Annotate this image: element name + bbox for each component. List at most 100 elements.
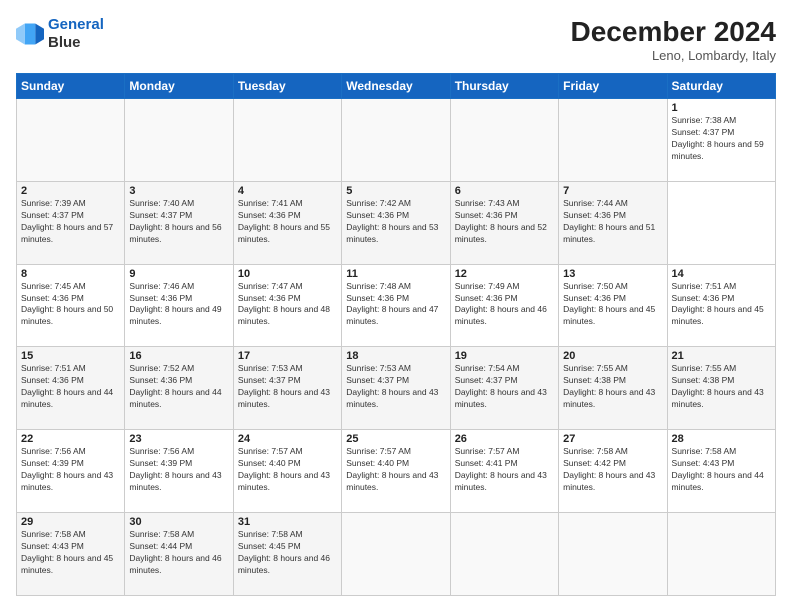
calendar-cell: 11Sunrise: 7:48 AMSunset: 4:36 PMDayligh… xyxy=(342,264,450,347)
day-info: Sunrise: 7:51 AMSunset: 4:36 PMDaylight:… xyxy=(672,281,771,329)
day-info: Sunrise: 7:38 AMSunset: 4:37 PMDaylight:… xyxy=(672,115,771,163)
logo: General Blue xyxy=(16,16,104,52)
day-number: 24 xyxy=(238,433,337,445)
calendar-week-row: 15Sunrise: 7:51 AMSunset: 4:36 PMDayligh… xyxy=(17,347,776,430)
day-info: Sunrise: 7:55 AMSunset: 4:38 PMDaylight:… xyxy=(563,363,662,411)
day-info: Sunrise: 7:45 AMSunset: 4:36 PMDaylight:… xyxy=(21,281,120,329)
day-number: 29 xyxy=(21,516,120,528)
day-info: Sunrise: 7:51 AMSunset: 4:36 PMDaylight:… xyxy=(21,363,120,411)
day-number: 5 xyxy=(346,185,445,197)
day-number: 22 xyxy=(21,433,120,445)
calendar-header-sunday: Sunday xyxy=(17,74,125,99)
day-number: 26 xyxy=(455,433,554,445)
calendar-cell: 18Sunrise: 7:53 AMSunset: 4:37 PMDayligh… xyxy=(342,347,450,430)
day-number: 12 xyxy=(455,268,554,280)
calendar-week-row: 22Sunrise: 7:56 AMSunset: 4:39 PMDayligh… xyxy=(17,430,776,513)
day-number: 17 xyxy=(238,350,337,362)
day-number: 28 xyxy=(672,433,771,445)
calendar-header-saturday: Saturday xyxy=(667,74,775,99)
calendar-cell xyxy=(233,99,341,182)
calendar-cell: 23Sunrise: 7:56 AMSunset: 4:39 PMDayligh… xyxy=(125,430,233,513)
calendar-cell: 25Sunrise: 7:57 AMSunset: 4:40 PMDayligh… xyxy=(342,430,450,513)
logo-text: General Blue xyxy=(48,16,104,52)
calendar-cell: 2Sunrise: 7:39 AMSunset: 4:37 PMDaylight… xyxy=(17,181,125,264)
month-title: December 2024 xyxy=(571,16,776,48)
calendar-cell xyxy=(559,99,667,182)
day-info: Sunrise: 7:53 AMSunset: 4:37 PMDaylight:… xyxy=(346,363,445,411)
day-number: 13 xyxy=(563,268,662,280)
day-number: 9 xyxy=(129,268,228,280)
day-number: 18 xyxy=(346,350,445,362)
calendar-table: SundayMondayTuesdayWednesdayThursdayFrid… xyxy=(16,73,776,596)
day-info: Sunrise: 7:42 AMSunset: 4:36 PMDaylight:… xyxy=(346,198,445,246)
calendar-cell: 6Sunrise: 7:43 AMSunset: 4:36 PMDaylight… xyxy=(450,181,558,264)
day-number: 4 xyxy=(238,185,337,197)
location-subtitle: Leno, Lombardy, Italy xyxy=(571,48,776,63)
day-info: Sunrise: 7:56 AMSunset: 4:39 PMDaylight:… xyxy=(129,446,228,494)
calendar-cell xyxy=(667,513,775,596)
calendar-cell: 28Sunrise: 7:58 AMSunset: 4:43 PMDayligh… xyxy=(667,430,775,513)
day-info: Sunrise: 7:54 AMSunset: 4:37 PMDaylight:… xyxy=(455,363,554,411)
day-info: Sunrise: 7:58 AMSunset: 4:44 PMDaylight:… xyxy=(129,529,228,577)
day-number: 15 xyxy=(21,350,120,362)
page: General Blue December 2024 Leno, Lombard… xyxy=(0,0,792,612)
calendar-week-row: 1Sunrise: 7:38 AMSunset: 4:37 PMDaylight… xyxy=(17,99,776,182)
calendar-cell xyxy=(342,99,450,182)
day-info: Sunrise: 7:57 AMSunset: 4:40 PMDaylight:… xyxy=(346,446,445,494)
calendar-cell: 17Sunrise: 7:53 AMSunset: 4:37 PMDayligh… xyxy=(233,347,341,430)
calendar-cell xyxy=(450,513,558,596)
calendar-cell xyxy=(125,99,233,182)
day-info: Sunrise: 7:52 AMSunset: 4:36 PMDaylight:… xyxy=(129,363,228,411)
calendar-cell: 31Sunrise: 7:58 AMSunset: 4:45 PMDayligh… xyxy=(233,513,341,596)
calendar-cell: 12Sunrise: 7:49 AMSunset: 4:36 PMDayligh… xyxy=(450,264,558,347)
calendar-cell: 26Sunrise: 7:57 AMSunset: 4:41 PMDayligh… xyxy=(450,430,558,513)
day-info: Sunrise: 7:43 AMSunset: 4:36 PMDaylight:… xyxy=(455,198,554,246)
day-number: 27 xyxy=(563,433,662,445)
calendar-cell: 16Sunrise: 7:52 AMSunset: 4:36 PMDayligh… xyxy=(125,347,233,430)
header: General Blue December 2024 Leno, Lombard… xyxy=(16,16,776,63)
day-info: Sunrise: 7:57 AMSunset: 4:41 PMDaylight:… xyxy=(455,446,554,494)
calendar-week-row: 8Sunrise: 7:45 AMSunset: 4:36 PMDaylight… xyxy=(17,264,776,347)
logo-icon xyxy=(16,20,44,48)
calendar-cell: 1Sunrise: 7:38 AMSunset: 4:37 PMDaylight… xyxy=(667,99,775,182)
calendar-cell xyxy=(17,99,125,182)
calendar-cell xyxy=(342,513,450,596)
day-number: 20 xyxy=(563,350,662,362)
calendar-cell: 27Sunrise: 7:58 AMSunset: 4:42 PMDayligh… xyxy=(559,430,667,513)
calendar-cell: 10Sunrise: 7:47 AMSunset: 4:36 PMDayligh… xyxy=(233,264,341,347)
day-info: Sunrise: 7:57 AMSunset: 4:40 PMDaylight:… xyxy=(238,446,337,494)
calendar-cell: 15Sunrise: 7:51 AMSunset: 4:36 PMDayligh… xyxy=(17,347,125,430)
day-info: Sunrise: 7:53 AMSunset: 4:37 PMDaylight:… xyxy=(238,363,337,411)
day-number: 25 xyxy=(346,433,445,445)
calendar-cell: 20Sunrise: 7:55 AMSunset: 4:38 PMDayligh… xyxy=(559,347,667,430)
calendar-cell: 8Sunrise: 7:45 AMSunset: 4:36 PMDaylight… xyxy=(17,264,125,347)
calendar-cell: 22Sunrise: 7:56 AMSunset: 4:39 PMDayligh… xyxy=(17,430,125,513)
day-info: Sunrise: 7:58 AMSunset: 4:43 PMDaylight:… xyxy=(21,529,120,577)
day-number: 7 xyxy=(563,185,662,197)
day-number: 31 xyxy=(238,516,337,528)
day-number: 21 xyxy=(672,350,771,362)
day-number: 2 xyxy=(21,185,120,197)
calendar-cell: 24Sunrise: 7:57 AMSunset: 4:40 PMDayligh… xyxy=(233,430,341,513)
calendar-cell: 19Sunrise: 7:54 AMSunset: 4:37 PMDayligh… xyxy=(450,347,558,430)
day-info: Sunrise: 7:39 AMSunset: 4:37 PMDaylight:… xyxy=(21,198,120,246)
day-info: Sunrise: 7:41 AMSunset: 4:36 PMDaylight:… xyxy=(238,198,337,246)
calendar-cell: 7Sunrise: 7:44 AMSunset: 4:36 PMDaylight… xyxy=(559,181,667,264)
title-block: December 2024 Leno, Lombardy, Italy xyxy=(571,16,776,63)
calendar-cell: 4Sunrise: 7:41 AMSunset: 4:36 PMDaylight… xyxy=(233,181,341,264)
day-info: Sunrise: 7:40 AMSunset: 4:37 PMDaylight:… xyxy=(129,198,228,246)
calendar-cell: 5Sunrise: 7:42 AMSunset: 4:36 PMDaylight… xyxy=(342,181,450,264)
calendar-header-row: SundayMondayTuesdayWednesdayThursdayFrid… xyxy=(17,74,776,99)
calendar-week-row: 2Sunrise: 7:39 AMSunset: 4:37 PMDaylight… xyxy=(17,181,776,264)
day-number: 1 xyxy=(672,102,771,114)
calendar-header-tuesday: Tuesday xyxy=(233,74,341,99)
day-info: Sunrise: 7:58 AMSunset: 4:43 PMDaylight:… xyxy=(672,446,771,494)
calendar-cell: 14Sunrise: 7:51 AMSunset: 4:36 PMDayligh… xyxy=(667,264,775,347)
day-info: Sunrise: 7:55 AMSunset: 4:38 PMDaylight:… xyxy=(672,363,771,411)
day-info: Sunrise: 7:44 AMSunset: 4:36 PMDaylight:… xyxy=(563,198,662,246)
day-info: Sunrise: 7:56 AMSunset: 4:39 PMDaylight:… xyxy=(21,446,120,494)
day-info: Sunrise: 7:50 AMSunset: 4:36 PMDaylight:… xyxy=(563,281,662,329)
day-number: 10 xyxy=(238,268,337,280)
day-info: Sunrise: 7:49 AMSunset: 4:36 PMDaylight:… xyxy=(455,281,554,329)
calendar-header-monday: Monday xyxy=(125,74,233,99)
